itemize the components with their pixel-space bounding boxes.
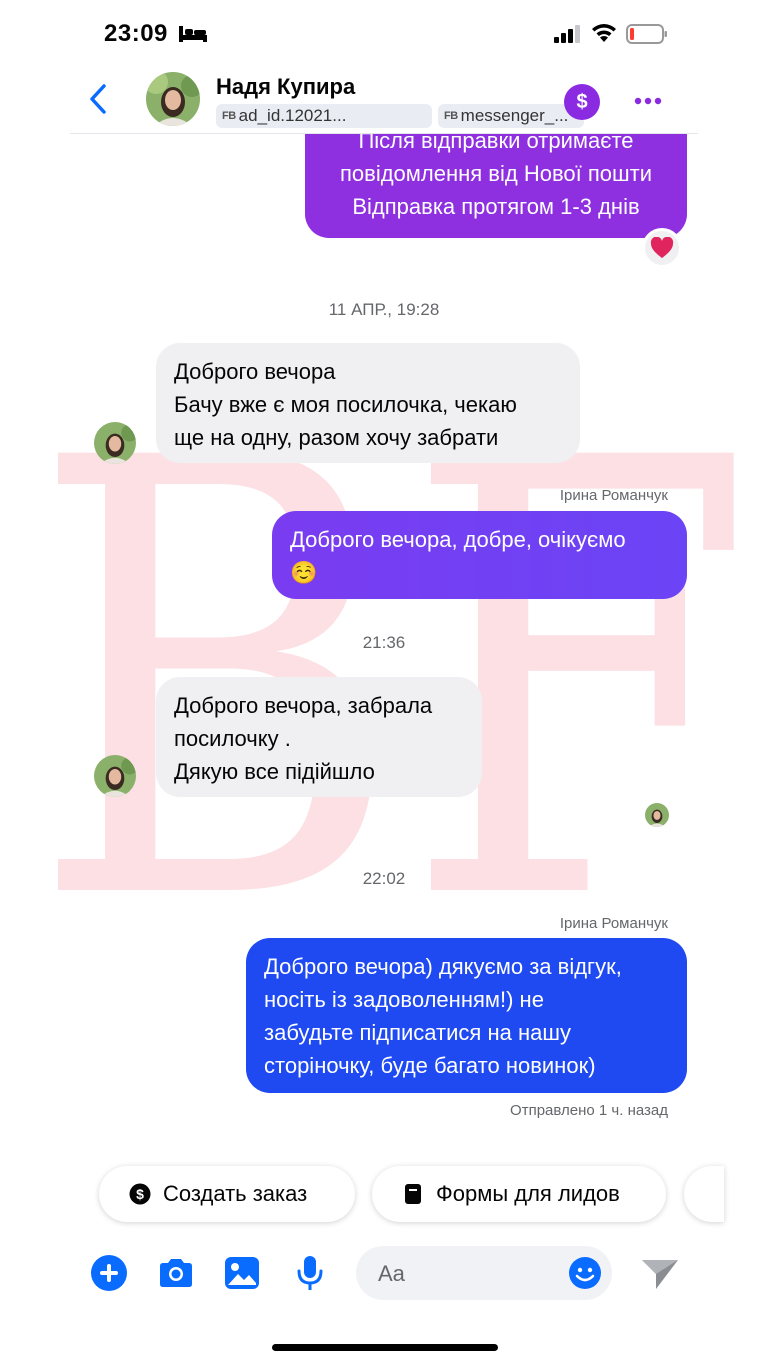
message-input-placeholder: Aa <box>378 1261 405 1286</box>
fb-tag-prefix: FB <box>444 110 458 122</box>
wifi-icon <box>592 24 616 42</box>
create-order-label: Создать заказ <box>163 1181 308 1206</box>
messenger-tag[interactable]: FB messenger_... <box>438 104 584 128</box>
incoming-message[interactable]: Доброго вечора, забрала посилочку . Дяку… <box>156 677 482 797</box>
plus-icon[interactable] <box>90 1254 128 1292</box>
message-line: Доброго вечора, забрала <box>174 693 433 718</box>
sender-name: Ірина Романчук <box>559 487 668 504</box>
back-chevron-icon[interactable] <box>86 82 110 116</box>
message-line: посилочку . <box>174 726 291 751</box>
sleep-focus-icon <box>179 26 207 42</box>
sender-avatar[interactable] <box>94 422 136 464</box>
outgoing-message[interactable]: Доброго вечора, добре, очікуємо ☺️ <box>272 511 687 599</box>
dollar-circle-icon: $ <box>129 1183 151 1205</box>
status-time: 23:09 <box>104 20 168 47</box>
message-line: повідомлення від Нової пошти <box>339 161 653 186</box>
form-document-icon <box>405 1184 421 1204</box>
send-icon[interactable] <box>640 1256 680 1292</box>
sent-status: Отправлено 1 ч. назад <box>510 1102 668 1119</box>
sender-avatar[interactable] <box>94 755 136 797</box>
timestamp: 21:36 <box>362 633 406 652</box>
seen-receipt-avatar <box>645 803 669 827</box>
emoji-icon[interactable] <box>568 1256 602 1290</box>
battery-low-icon <box>626 24 667 44</box>
message-line: забудьте підписатися на нашу <box>264 1020 571 1045</box>
svg-text:$: $ <box>136 1186 144 1202</box>
dollar-icon: $ <box>576 90 588 113</box>
heart-icon <box>650 237 674 258</box>
conversation-header: Надя Купира FB ad_id.12021... FB messeng… <box>70 62 698 134</box>
tag-label: messenger_... <box>460 106 569 125</box>
message-line: ще на одну, разом хочу забрати <box>174 425 499 450</box>
more-options-icon[interactable] <box>630 88 666 114</box>
message-line: носіть із задоволенням!) не <box>264 987 544 1012</box>
more-quick-actions-chip[interactable] <box>684 1166 724 1222</box>
sender-name: Ірина Романчук <box>559 915 668 932</box>
lead-forms-button[interactable]: Формы для лидов <box>372 1166 666 1222</box>
lead-forms-label: Формы для лидов <box>436 1181 620 1206</box>
contact-name[interactable]: Надя Купира <box>216 74 355 100</box>
message-line: Дякую все підійшло <box>174 759 375 784</box>
incoming-message[interactable]: Доброго вечора Бачу вже є моя посилочка,… <box>156 343 580 463</box>
message-line: сторіночку, буде багато новинок) <box>264 1053 596 1078</box>
tag-label: ad_id.12021... <box>238 106 347 125</box>
create-order-button[interactable]: $ Создать заказ <box>99 1166 355 1222</box>
outgoing-message[interactable]: Доброго вечора) дякуємо за відгук, носіт… <box>246 938 687 1093</box>
contact-avatar[interactable] <box>146 72 200 126</box>
gallery-icon[interactable] <box>223 1254 261 1292</box>
message-line: Відправка протягом 1-3 днів <box>352 194 640 219</box>
payment-button[interactable]: $ <box>564 84 600 120</box>
microphone-icon[interactable] <box>291 1254 329 1292</box>
heart-reaction[interactable] <box>642 228 682 268</box>
message-line: Доброго вечора) дякуємо за відгук, <box>264 954 622 979</box>
message-line: Бачу вже є моя посилочка, чекаю <box>174 392 517 417</box>
fb-tag-prefix: FB <box>222 110 236 122</box>
cellular-signal-icon <box>554 25 580 43</box>
camera-icon[interactable] <box>157 1254 195 1292</box>
message-emoji: ☺️ <box>290 560 318 585</box>
message-line: Доброго вечора, добре, очікуємо <box>290 527 626 552</box>
message-input[interactable]: Aa <box>356 1246 612 1300</box>
message-line: Доброго вечора <box>174 359 336 384</box>
timestamp: 11 АПР., 19:28 <box>328 300 440 319</box>
timestamp: 22:02 <box>362 869 406 888</box>
ad-id-tag[interactable]: FB ad_id.12021... <box>216 104 432 128</box>
home-indicator <box>272 1344 498 1351</box>
